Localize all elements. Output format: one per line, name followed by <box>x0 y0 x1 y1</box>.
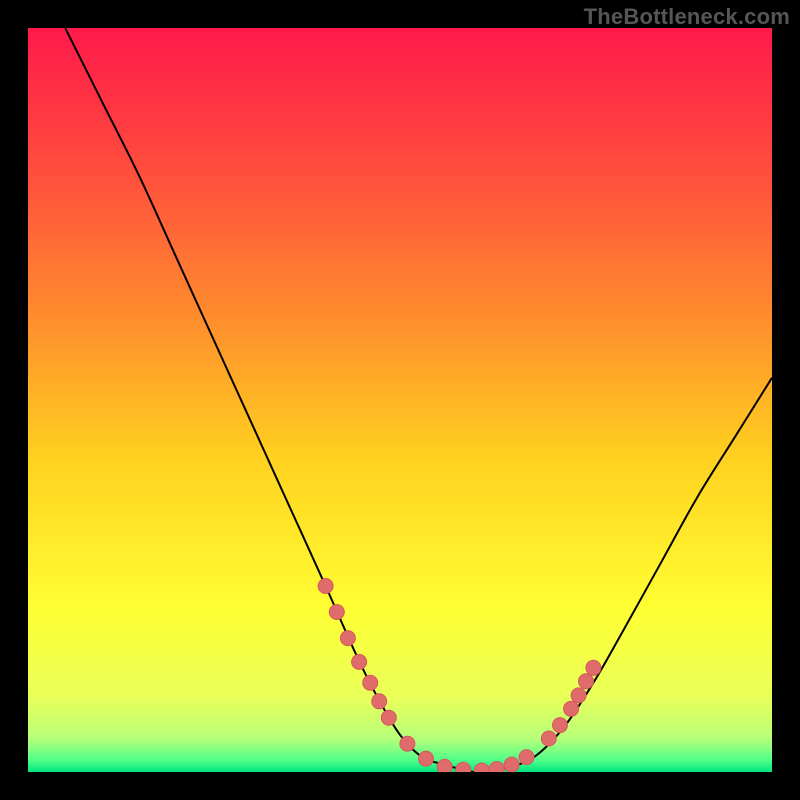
marker-dot <box>419 751 434 766</box>
marker-dot <box>564 701 579 716</box>
marker-dot <box>519 750 534 765</box>
marker-dot <box>372 694 387 709</box>
marker-dot <box>318 579 333 594</box>
marker-dot <box>363 675 378 690</box>
marker-dot <box>504 757 519 772</box>
marker-dot <box>541 731 556 746</box>
marker-dot <box>340 631 355 646</box>
marker-dot <box>489 762 504 773</box>
marker-dot <box>400 736 415 751</box>
marker-dot <box>571 688 586 703</box>
marker-group <box>318 579 601 773</box>
marker-dot <box>381 710 396 725</box>
marker-dot <box>579 674 594 689</box>
marker-dot <box>329 605 344 620</box>
marker-dot <box>474 763 489 772</box>
marker-dot <box>437 759 452 772</box>
bottleneck-curve <box>65 28 772 772</box>
marker-dot <box>352 654 367 669</box>
watermark-text: TheBottleneck.com <box>584 4 790 30</box>
marker-dot <box>456 762 471 772</box>
marker-dot <box>553 718 568 733</box>
chart-frame <box>28 28 772 772</box>
marker-dot <box>586 660 601 675</box>
chart-svg <box>28 28 772 772</box>
